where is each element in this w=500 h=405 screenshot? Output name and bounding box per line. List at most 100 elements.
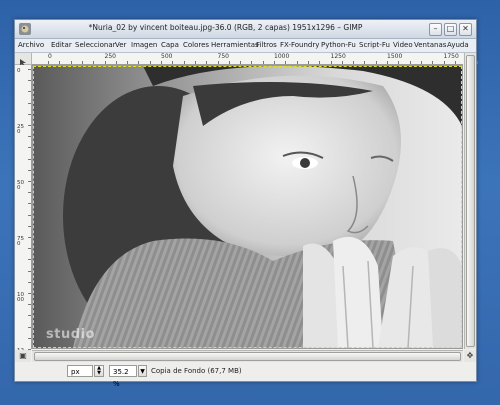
ruler-tick [70, 61, 72, 64]
ruler-tick [454, 61, 456, 64]
ruler-tick [28, 270, 31, 272]
ruler-tick-label: 750 [217, 53, 229, 60]
ruler-tick [307, 61, 309, 64]
ruler-tick [28, 214, 31, 216]
quick-mask-toggle[interactable] [15, 53, 32, 67]
vertical-scroll-thumb[interactable] [466, 55, 475, 347]
chevron-down-icon[interactable]: ▼ [138, 365, 147, 377]
ruler-tick [194, 61, 196, 64]
unit-spin-arrows[interactable]: ▲ ▼ [94, 365, 104, 377]
ruler-tick [161, 61, 162, 64]
ruler-tick [28, 158, 31, 160]
ruler-tick [149, 61, 151, 64]
ruler-tick [59, 61, 61, 64]
ruler-tick [115, 61, 117, 64]
ruler-tick [28, 147, 31, 149]
maximize-button[interactable]: □ [444, 23, 457, 36]
ruler-tick [28, 113, 31, 115]
ruler-tick [172, 61, 174, 64]
ruler-tick [341, 61, 343, 64]
menu-ayuda[interactable]: Ayuda [447, 41, 469, 49]
window-title: *Nuria_02 by vincent boiteau.jpg-36.0 (R… [88, 23, 363, 32]
ruler-tick-label: 750 [17, 236, 24, 247]
close-button[interactable]: ✕ [459, 23, 472, 36]
ruler-tick-label: 500 [17, 180, 24, 191]
menu-colores[interactable]: Colores [183, 41, 209, 49]
menu-imagen[interactable]: Imagen [131, 41, 157, 49]
ruler-tick [477, 61, 479, 64]
ruler-tick [28, 326, 31, 328]
ruler-tick-label: 0 [48, 53, 52, 60]
ruler-tick [183, 61, 185, 64]
ruler-tick [127, 61, 129, 64]
status-bar: px ▲ ▼ 35.2 % ▼ Copia de Fondo (67,7 MB) [15, 362, 476, 388]
ruler-tick [28, 192, 31, 194]
watermark-text: studio [46, 327, 95, 342]
horizontal-scrollbar[interactable] [32, 350, 463, 362]
horizontal-scroll-thumb[interactable] [34, 352, 461, 361]
menu-video[interactable]: Video [393, 41, 413, 49]
layer-status: Copia de Fondo (67,7 MB) [151, 367, 242, 375]
menu-ver[interactable]: Ver [115, 41, 126, 49]
image-canvas[interactable]: studio [32, 65, 463, 349]
ruler-tick [296, 61, 298, 64]
ruler-tick [28, 203, 31, 205]
menu-capa[interactable]: Capa [161, 41, 179, 49]
ruler-tick-label: 250 [17, 124, 24, 135]
menu-seleccionar[interactable]: Seleccionar [75, 41, 116, 49]
ruler-tick [375, 61, 377, 64]
ruler-tick [28, 69, 31, 70]
zoom-select[interactable]: 35.2 % [109, 365, 137, 388]
vertical-ruler[interactable]: 025050075010001250 [15, 65, 32, 359]
ruler-tick [206, 61, 208, 64]
ruler-tick [28, 237, 31, 238]
menu-script-fu[interactable]: Script-Fu [359, 41, 390, 49]
ruler-tick-label: 1250 [330, 53, 346, 60]
ruler-tick [28, 337, 31, 339]
ruler-tick [364, 61, 366, 64]
ruler-tick [420, 61, 422, 64]
ruler-tick [251, 61, 253, 64]
unit-select[interactable]: px [67, 365, 93, 377]
ruler-tick [28, 80, 31, 82]
ruler-tick-label: 1000 [274, 53, 290, 60]
menu-herramientas[interactable]: Herramientas [211, 41, 259, 49]
ruler-tick [28, 169, 31, 171]
navigate-icon[interactable]: ✥ [464, 350, 476, 362]
ruler-tick [443, 61, 445, 64]
ruler-tick [228, 61, 230, 64]
title-bar[interactable]: *Nuria_02 by vincent boiteau.jpg-36.0 (R… [15, 20, 476, 39]
gimp-image-window: *Nuria_02 by vincent boiteau.jpg-36.0 (R… [14, 19, 479, 388]
ruler-tick-label: 500 [161, 53, 173, 60]
ruler-tick [330, 61, 332, 64]
ruler-tick [387, 61, 388, 64]
menu-archivo[interactable]: Archivo [18, 41, 44, 49]
ruler-tick [28, 181, 31, 182]
ruler-tick [217, 61, 219, 64]
ruler-tick-label: 250 [104, 53, 116, 60]
ruler-tick-label: 1500 [387, 53, 403, 60]
quick-mask-icon[interactable]: ▣ [15, 350, 31, 362]
ruler-tick-label: 0 [17, 68, 21, 74]
ruler-tick [28, 248, 31, 250]
ruler-tick-label: 1000 [17, 292, 24, 303]
minimize-button[interactable]: – [429, 23, 442, 36]
menu-editar[interactable]: Editar [51, 41, 72, 49]
menu-fx-foundry[interactable]: FX-Foundry [280, 41, 319, 49]
ruler-tick [274, 61, 275, 64]
menu-python-fu[interactable]: Python-Fu [321, 41, 356, 49]
horizontal-ruler[interactable]: 0 250 500 750 1000 1250 1500 1750 [32, 53, 479, 65]
ruler-tick [28, 304, 31, 306]
menu-filtros[interactable]: Filtros [256, 41, 277, 49]
ruler-tick [104, 61, 106, 64]
ruler-tick [138, 61, 140, 64]
menu-ventanas[interactable]: Ventanas [414, 41, 446, 49]
ruler-tick [262, 61, 264, 64]
ruler-tick [28, 125, 31, 126]
photo-image [33, 66, 462, 348]
ruler-tick [93, 61, 95, 64]
ruler-tick [285, 61, 287, 64]
ruler-tick [409, 61, 411, 64]
ruler-tick [240, 61, 242, 64]
vertical-scrollbar[interactable] [464, 53, 476, 349]
